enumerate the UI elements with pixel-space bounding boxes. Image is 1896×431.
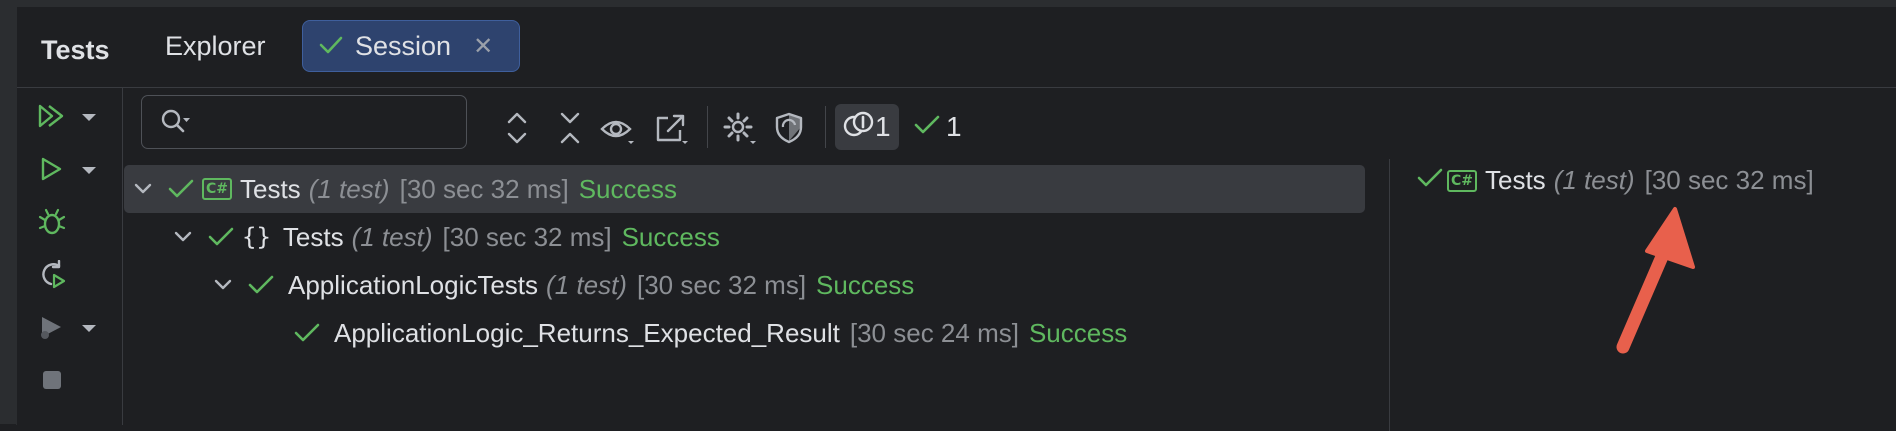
chevron-down-icon[interactable] [132,183,154,195]
bug-icon [37,208,67,241]
csharp-project-icon: C# [202,178,232,200]
rerun-icon [37,259,67,295]
test-output-header: C# Tests (1 test) [30 sec 32 ms] [1417,165,1814,196]
expand-all-icon[interactable] [505,111,529,150]
test-node-name: ApplicationLogicTests [288,269,539,300]
namespace-braces-icon: {} [242,223,271,251]
test-actions-toolbar [17,88,123,425]
chevron-down-icon[interactable] [81,321,97,339]
search-input[interactable] [202,104,456,142]
check-icon [248,274,274,296]
status-label: Success [1028,317,1128,348]
test-node-name: Tests [240,173,301,204]
stop-icon [37,366,67,399]
pane-divider [1389,159,1390,431]
running-tests-filter[interactable]: 1 [835,104,899,150]
annotation-arrow [1616,207,1695,354]
test-duration: [30 sec 32 ms] [442,221,612,252]
search-field[interactable] [141,95,467,149]
status-label: Success [816,269,915,300]
close-icon[interactable]: ✕ [473,32,493,61]
tab-bar: Tests Explorer Session ✕ [17,7,1896,88]
toolbar-divider [825,106,826,148]
test-duration: [30 sec 24 ms] [849,317,1019,348]
tool-window-title: Tests [41,35,110,65]
run-coverage-icon [37,313,67,346]
eye-icon[interactable] [600,113,636,150]
stop-button[interactable] [37,366,67,399]
tree-row-test-method[interactable]: ApplicationLogic_Returns_Expected_Result… [294,309,1127,357]
tab-explorer[interactable]: Explorer [165,20,266,72]
detail-duration: [30 sec 32 ms] [1644,165,1814,195]
rerun-button[interactable] [37,259,67,295]
test-duration: [30 sec 32 ms] [636,269,807,300]
detail-name: Tests [1485,165,1546,195]
check-icon [319,31,343,62]
chevron-down-icon[interactable] [81,110,97,128]
auto-test-shield-icon[interactable] [773,111,809,150]
chevron-down-icon[interactable] [81,163,97,181]
collapse-all-icon[interactable] [558,111,582,150]
status-label: Success [578,173,677,204]
check-icon [914,114,940,141]
test-duration: [30 sec 32 ms] [399,173,569,204]
test-count: (1 test) [546,269,627,300]
status-label: Success [621,221,720,252]
tab-explorer-label: Explorer [165,30,266,61]
search-icon [160,108,194,141]
tree-row-class[interactable]: ApplicationLogicTests (1 test) [30 sec 3… [204,261,914,309]
detail-count: (1 test) [1553,165,1635,195]
test-count: (1 test) [351,221,433,252]
run-all-icon [37,102,67,135]
toolbar-divider [707,106,708,148]
passed-tests-filter[interactable]: 1 [914,104,962,150]
tab-session[interactable]: Session ✕ [302,20,520,72]
check-icon [168,178,194,200]
test-node-name: ApplicationLogic_Returns_Expected_Result [334,317,840,348]
csharp-project-icon: C# [1447,169,1477,192]
passed-tests-count: 1 [946,111,962,142]
run-all-button[interactable] [37,102,97,135]
run-with-coverage-button[interactable] [37,313,97,346]
tree-row-namespace[interactable]: {} Tests (1 test) [30 sec 32 ms] Success [164,213,720,261]
chevron-down-icon[interactable] [172,231,194,243]
running-tests-count: 1 [875,111,891,142]
debug-button[interactable] [37,208,67,241]
run-icon [37,155,67,188]
chevron-down-icon[interactable] [212,279,234,291]
tests-tool-window: Tests Explorer Session ✕ 1 1 C# Tests (1… [16,6,1896,431]
check-icon [294,322,320,344]
test-count: (1 test) [308,173,390,204]
tree-row-project[interactable]: C# Tests (1 test) [30 sec 32 ms] Success [124,165,1365,213]
test-node-name: Tests [282,221,344,252]
gear-icon[interactable] [722,111,758,150]
run-button[interactable] [37,155,97,188]
check-icon [1417,165,1443,196]
tab-session-label: Session [355,30,452,61]
check-icon [208,226,234,248]
window-left-border [0,0,16,424]
running-tests-icon [843,110,875,145]
export-icon[interactable] [654,113,690,150]
